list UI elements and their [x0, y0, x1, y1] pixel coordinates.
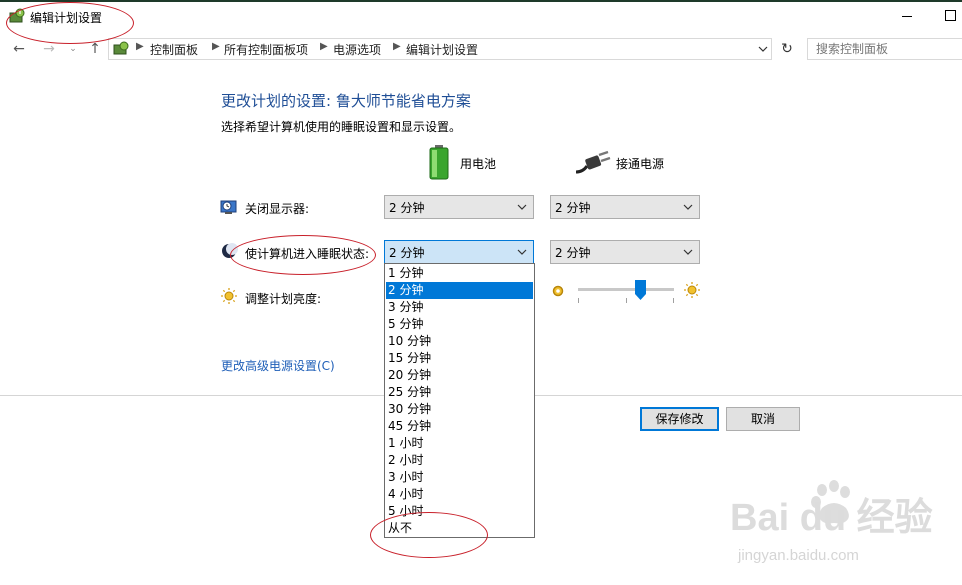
advanced-power-settings-link[interactable]: 更改高级电源设置(C): [221, 357, 335, 374]
display-off-label: 关闭显示器:: [245, 202, 310, 216]
dropdown-option[interactable]: 3 小时: [386, 469, 533, 486]
chevron-down-icon: [683, 204, 693, 210]
save-button[interactable]: 保存修改: [640, 407, 719, 431]
brightness-high-icon: [684, 282, 700, 298]
watermark-brand: Bai du 经验: [730, 497, 933, 539]
baidu-watermark: Bai du 经验 jingyan.baidu.com: [730, 480, 933, 564]
annotation-ellipse: [6, 2, 134, 44]
sleep-plugged-value: 2 分钟: [555, 246, 591, 260]
plugged-column-label: 接通电源: [616, 157, 665, 171]
display-off-battery-select[interactable]: 2 分钟: [384, 195, 534, 219]
breadcrumb-all-items[interactable]: 所有控制面板项: [224, 41, 308, 58]
dropdown-option[interactable]: 20 分钟: [386, 367, 533, 384]
brightness-slider-track[interactable]: [578, 288, 674, 291]
dropdown-option[interactable]: 45 分钟: [386, 418, 533, 435]
chevron-down-icon[interactable]: [756, 41, 770, 57]
breadcrumb-edit-plan[interactable]: 编辑计划设置: [406, 41, 478, 58]
dropdown-option[interactable]: 15 分钟: [386, 350, 533, 367]
display-off-plugged-value: 2 分钟: [555, 201, 591, 215]
breadcrumb-separator: ▶: [393, 41, 401, 52]
maximize-button[interactable]: [940, 6, 960, 26]
chevron-down-icon: [517, 204, 527, 210]
power-plug-icon: [575, 150, 611, 174]
dropdown-option[interactable]: 4 小时: [386, 486, 533, 503]
annotation-ellipse: [370, 512, 488, 558]
sleep-dropdown-list[interactable]: 1 分钟 2 分钟 3 分钟 5 分钟 10 分钟 15 分钟 20 分钟 25…: [384, 263, 535, 538]
display-off-plugged-select[interactable]: 2 分钟: [550, 195, 700, 219]
battery-icon: [429, 145, 449, 180]
search-input[interactable]: [807, 38, 962, 60]
cancel-button[interactable]: 取消: [726, 407, 800, 431]
sleep-plugged-select[interactable]: 2 分钟: [550, 240, 700, 264]
monitor-clock-icon: [220, 200, 237, 214]
refresh-icon[interactable]: ↻: [776, 38, 798, 60]
slider-tick: [626, 298, 627, 303]
minimize-button[interactable]: [898, 8, 918, 24]
brightness-slider-thumb[interactable]: [634, 280, 646, 300]
top-strip: [0, 0, 962, 2]
slider-tick: [673, 298, 674, 303]
breadcrumb-power-options[interactable]: 电源选项: [333, 41, 381, 58]
slider-tick: [578, 298, 579, 303]
page-subtitle: 选择希望计算机使用的睡眠设置和显示设置。: [221, 120, 462, 134]
sleep-battery-select[interactable]: 2 分钟: [384, 240, 534, 264]
annotation-ellipse: [230, 235, 376, 275]
dropdown-option[interactable]: 2 小时: [386, 452, 533, 469]
display-off-battery-value: 2 分钟: [389, 201, 425, 215]
title-bar: [0, 0, 962, 34]
breadcrumb-separator: ▶: [136, 41, 144, 52]
breadcrumb-separator: ▶: [320, 41, 328, 52]
breadcrumb-control-panel[interactable]: 控制面板: [150, 41, 198, 58]
back-arrow-icon[interactable]: ←: [8, 38, 30, 60]
dropdown-option[interactable]: 1 小时: [386, 435, 533, 452]
dropdown-option[interactable]: 3 分钟: [386, 299, 533, 316]
chevron-down-icon: [683, 249, 693, 255]
dropdown-option[interactable]: 30 分钟: [386, 401, 533, 418]
battery-column-label: 用电池: [460, 157, 497, 171]
breadcrumb-separator: ▶: [212, 41, 220, 52]
brightness-low-icon: [552, 285, 564, 297]
chevron-down-icon: [517, 249, 527, 255]
dropdown-option[interactable]: 10 分钟: [386, 333, 533, 350]
dropdown-option[interactable]: 5 分钟: [386, 316, 533, 333]
brightness-sun-icon: [221, 288, 237, 304]
control-panel-icon: [113, 41, 129, 55]
dropdown-option-selected[interactable]: 2 分钟: [386, 282, 533, 299]
sleep-battery-value: 2 分钟: [389, 246, 425, 260]
brightness-label: 调整计划亮度:: [245, 292, 322, 306]
dropdown-option[interactable]: 25 分钟: [386, 384, 533, 401]
page-title: 更改计划的设置: 鲁大师节能省电方案: [221, 92, 471, 110]
watermark-url: jingyan.baidu.com: [737, 547, 859, 564]
dropdown-option[interactable]: 1 分钟: [386, 265, 533, 282]
